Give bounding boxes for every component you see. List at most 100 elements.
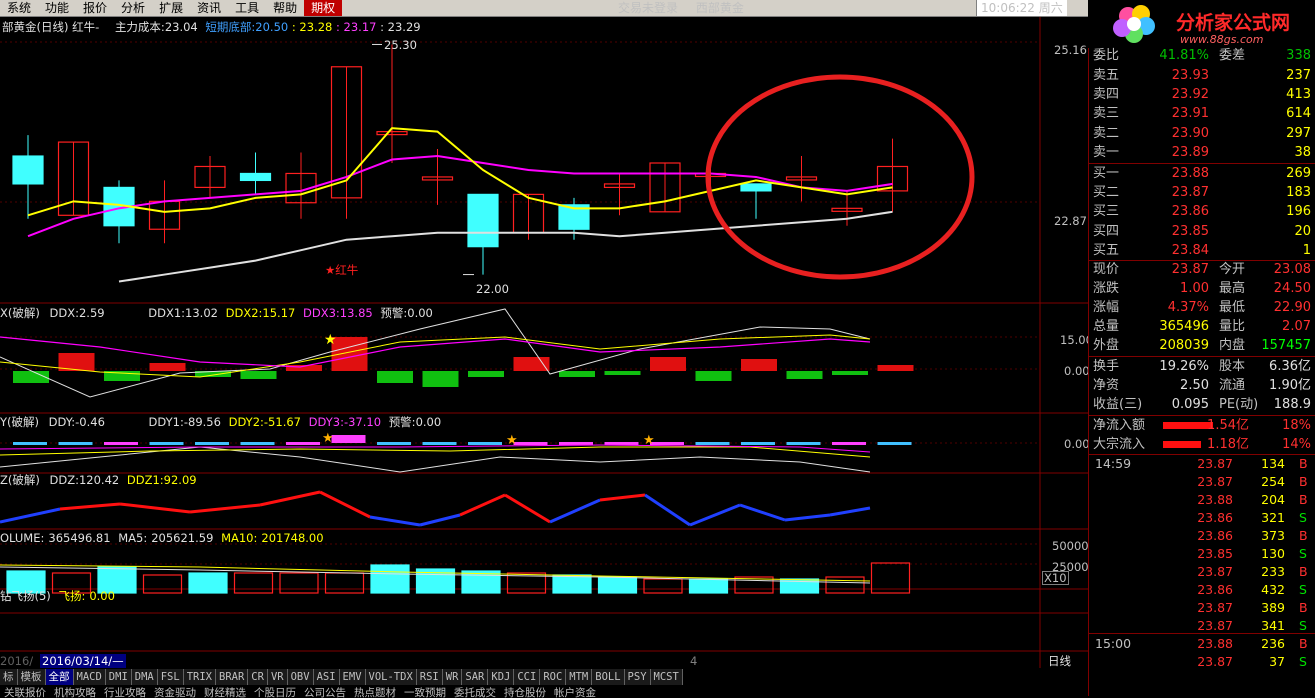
ddy-value: -0.46 xyxy=(75,415,105,429)
ddy-bar xyxy=(13,442,47,445)
period-label[interactable]: 日线 xyxy=(1048,654,1071,668)
tick-volume: 432 xyxy=(1261,582,1285,597)
ask-row[interactable]: 卖一 23.89 38 xyxy=(1093,143,1313,162)
indicator-tab[interactable]: MACD xyxy=(73,669,106,685)
ddy-star: ★ xyxy=(322,431,334,446)
indicator-tab[interactable]: DMA xyxy=(131,669,158,685)
bid-row[interactable]: 买二 23.87 183 xyxy=(1093,183,1313,202)
tick-volume: 389 xyxy=(1261,600,1285,615)
fly-name: 钻飞扬(5) xyxy=(0,589,51,603)
ask-row[interactable]: 卖三 23.91 614 xyxy=(1093,104,1313,123)
indicator-tab[interactable]: PSY xyxy=(624,669,651,685)
bid-row[interactable]: 买四 23.85 20 xyxy=(1093,222,1313,241)
bottom-tab[interactable]: 持仓股份 xyxy=(500,686,550,698)
quote-panel: 委比 41.81% 委差 338 卖五 23.93 237 卖四 23.92 413 卖三 23.91… xyxy=(1088,48,1315,696)
tick-volume: 236 xyxy=(1261,636,1285,651)
bottom-tab[interactable]: 公司公告 xyxy=(300,686,350,698)
flow-row: 净流入额 1.54亿 18% xyxy=(1093,416,1313,435)
indicator-tab[interactable]: 标 xyxy=(0,669,18,685)
indicator-tab[interactable]: 模板 xyxy=(17,669,46,685)
ask-row[interactable]: 卖五 23.93 237 xyxy=(1093,66,1313,85)
menu-item[interactable]: 功能 xyxy=(38,0,76,16)
stat-label-2: 最低 xyxy=(1219,300,1246,315)
volume-bar xyxy=(597,576,638,594)
ddx-bar xyxy=(741,359,777,371)
bottom-tab[interactable]: 个股日历 xyxy=(250,686,300,698)
ddx-bar xyxy=(240,371,277,379)
bottom-tab[interactable]: 行业攻略 xyxy=(100,686,150,698)
bottom-tab[interactable]: 一致预期 xyxy=(400,686,450,698)
vol-scale[interactable]: X10 xyxy=(1042,571,1069,585)
header-v3-value: 23.29 xyxy=(387,20,421,34)
flow-pct: 18% xyxy=(1282,418,1311,433)
clock: 10:06:22 周六 xyxy=(976,0,1067,16)
menu-item[interactable]: 工具 xyxy=(228,0,266,16)
bottom-tab[interactable]: 委托成交 xyxy=(450,686,500,698)
menu-item[interactable]: 帮助 xyxy=(266,0,304,16)
indicator-tab[interactable]: OBV xyxy=(287,669,314,685)
menu-item[interactable]: 扩展 xyxy=(152,0,190,16)
fly-value: 0.00 xyxy=(89,589,115,603)
bottom-tab[interactable]: 财经精选 xyxy=(200,686,250,698)
bottom-tab[interactable]: 机构攻略 xyxy=(50,686,100,698)
date-left: 2016/ xyxy=(0,654,34,668)
indicator-tab[interactable]: SAR xyxy=(462,669,489,685)
ma10-label: MA10: xyxy=(221,531,258,545)
indicator-tab[interactable]: FSL xyxy=(157,669,184,685)
login-status[interactable]: 交易未登录 xyxy=(618,1,678,15)
volume-bar xyxy=(233,572,274,594)
volume-bar xyxy=(688,578,729,594)
ddy-star: ★ xyxy=(643,433,655,448)
ask-row[interactable]: 卖四 23.92 413 xyxy=(1093,85,1313,104)
indicator-tab[interactable]: WR xyxy=(442,669,463,685)
ddx3-label: DDX3: xyxy=(303,306,340,320)
chart-area[interactable]: ★ ★ ★ ★ xyxy=(0,17,1088,668)
bottom-tab[interactable]: 帐户资金 xyxy=(550,686,600,698)
indicator-tab[interactable]: EMV xyxy=(339,669,366,685)
indicator-tab[interactable]: BOLL xyxy=(592,669,625,685)
indicator-tab[interactable]: KDJ xyxy=(488,669,515,685)
logo-site-name: 分析家公式网 xyxy=(1176,12,1291,34)
flow-pct: 14% xyxy=(1282,437,1311,452)
indicator-tab[interactable]: 全部 xyxy=(45,669,74,685)
bottom-tab[interactable]: 资金驱动 xyxy=(150,686,200,698)
indicator-tab[interactable]: ASI xyxy=(313,669,340,685)
stat-label-2: 今开 xyxy=(1219,262,1246,277)
indicator-tab[interactable]: MCST xyxy=(650,669,683,685)
ask-row[interactable]: 卖二 23.90 297 xyxy=(1093,124,1313,143)
indicator-tab[interactable]: VOL-TDX xyxy=(365,669,417,685)
tick-volume: 37 xyxy=(1269,654,1285,669)
bottom-tab[interactable]: 关联报价 xyxy=(0,686,50,698)
indicator-tab[interactable]: ROC xyxy=(540,669,567,685)
indicator-tab[interactable]: VR xyxy=(267,669,288,685)
bid-row[interactable]: 买三 23.86 196 xyxy=(1093,202,1313,221)
bid-price: 23.88 xyxy=(1171,166,1209,181)
indicator-tab[interactable]: CR xyxy=(248,669,268,685)
ddz-segment xyxy=(739,503,786,522)
stat-value: 208039 xyxy=(1159,338,1209,353)
menu-item[interactable]: 系统 xyxy=(0,0,38,16)
bottom-tab[interactable]: 热点题材 xyxy=(350,686,400,698)
ddz-segment xyxy=(119,502,191,514)
ddz-segment xyxy=(784,513,831,522)
indicator-tab[interactable]: TRIX xyxy=(183,669,216,685)
ddy-bar xyxy=(468,442,502,445)
menu-item[interactable]: 资讯 xyxy=(190,0,228,16)
stat-label: 涨跌 xyxy=(1093,281,1120,296)
ddx-value: 2.59 xyxy=(78,306,105,320)
tick-row: 23.87 254 B xyxy=(1093,473,1313,491)
indicator-tab[interactable]: MTM xyxy=(566,669,593,685)
indicator-tab[interactable]: RSI xyxy=(416,669,443,685)
menu-item[interactable]: 分析 xyxy=(114,0,152,16)
stat2-label-2: 股本 xyxy=(1219,359,1246,374)
menu-item[interactable]: 期权 xyxy=(304,0,343,16)
ddy-bar xyxy=(559,442,593,445)
bid-row[interactable]: 买五 23.84 1 xyxy=(1093,241,1313,260)
indicator-tab[interactable]: DMI xyxy=(105,669,132,685)
stat-label: 总量 xyxy=(1093,319,1120,334)
menu-item[interactable]: 报价 xyxy=(76,0,114,16)
indicator-tab[interactable]: BRAR xyxy=(216,669,249,685)
bottom-label: 短期底部: xyxy=(205,20,256,34)
bid-row[interactable]: 买一 23.88 269 xyxy=(1093,164,1313,183)
indicator-tab[interactable]: CCI xyxy=(514,669,541,685)
